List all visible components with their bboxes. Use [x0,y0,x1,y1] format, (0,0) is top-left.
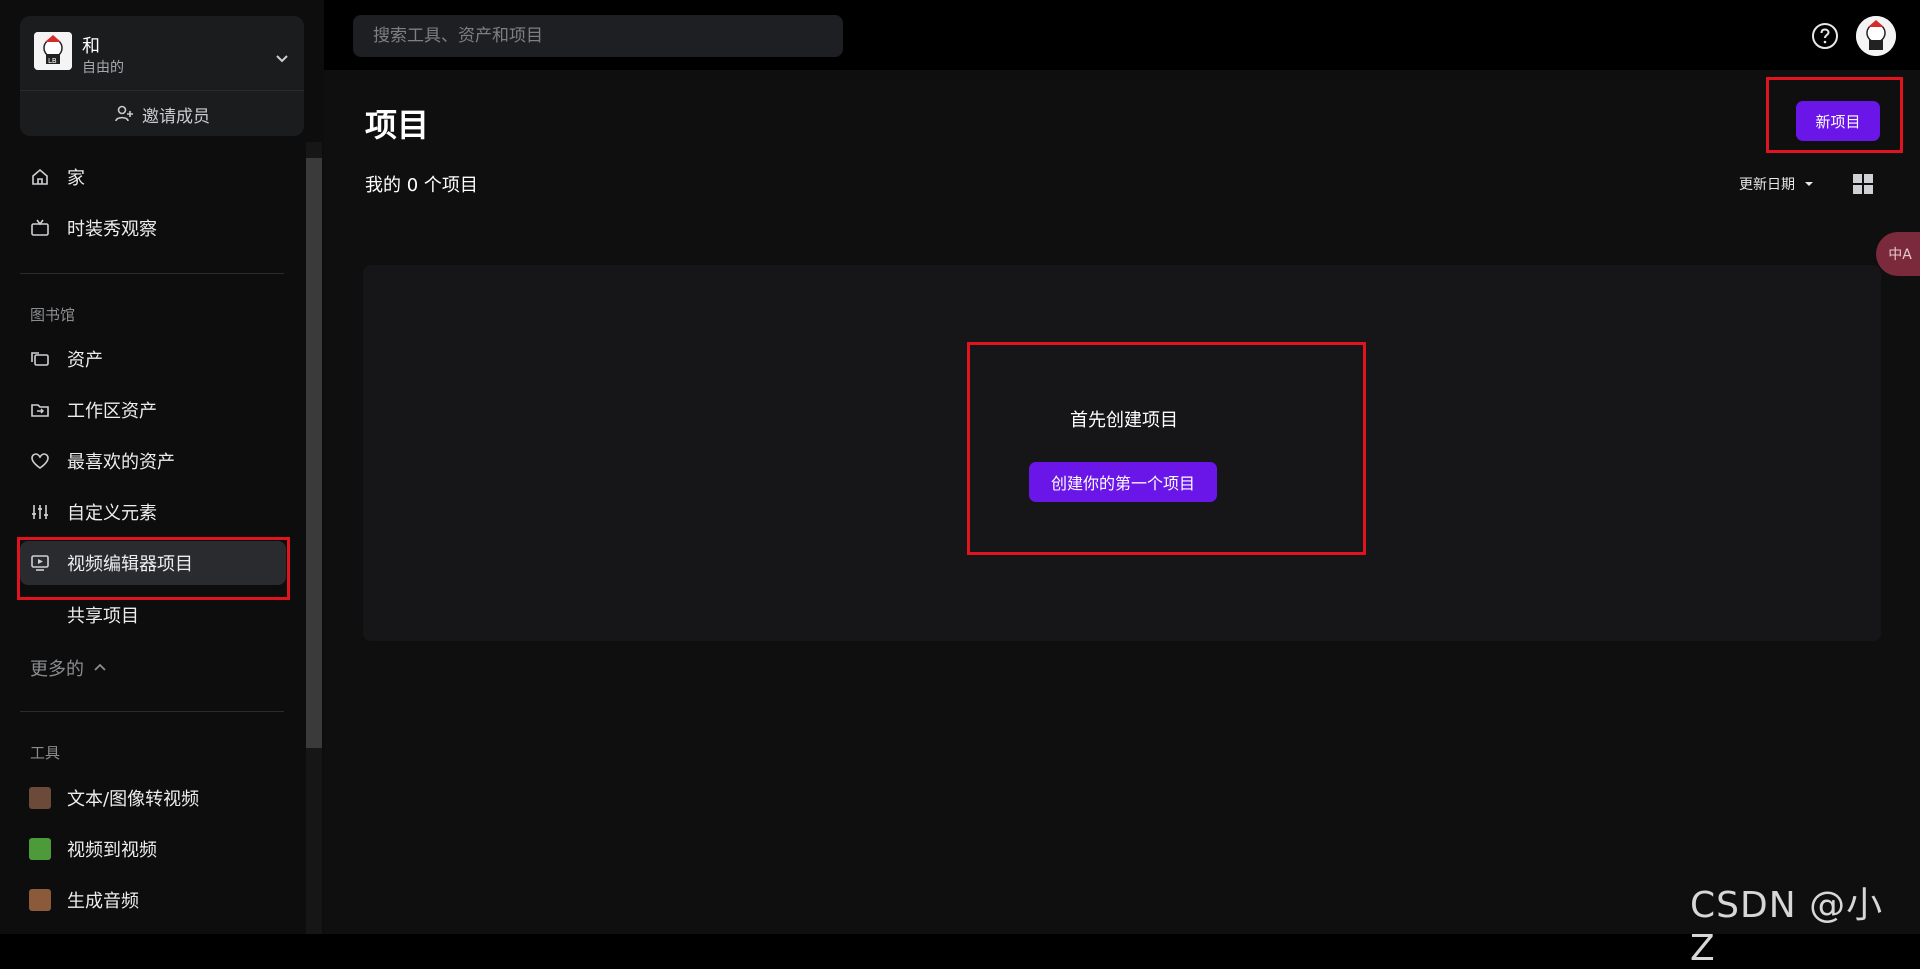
folder-stack-icon [29,348,51,370]
highlight-frame [967,342,1366,555]
caret-down-icon [1805,182,1813,186]
audio-thumbnail-icon [29,889,51,911]
watermark: CSDN @小 Z [1690,885,1884,969]
library-section-title: 图书馆 [30,306,76,324]
invite-members-label: 邀请成员 [142,106,210,127]
page-title: 项目 [365,106,430,144]
sidebar-item-label: 资产 [67,350,103,371]
sidebar-item-generate-audio[interactable]: 生成音频 [20,878,286,922]
chevron-up-icon [94,663,106,671]
user-plus-icon [115,105,133,122]
sort-dropdown[interactable]: 更新日期 [1739,174,1815,194]
more-toggle[interactable]: 更多的 [30,655,108,681]
folder-share-icon [29,399,51,421]
sliders-icon [29,501,51,523]
translate-icon: 中A [1888,247,1912,263]
home-icon [29,166,51,188]
sidebar: LB 和 自由的 邀请成员 家 时装秀观察 图书馆 资产 工作区资产 最喜欢的资… [0,0,324,934]
sidebar-scrollbar-thumb[interactable] [306,158,322,748]
workspace-name: 和 [82,36,100,57]
highlight-frame [1766,77,1903,153]
chevron-down-icon[interactable] [270,46,294,70]
search-input[interactable] [353,15,843,57]
workspace-plan: 自由的 [82,60,124,76]
heart-icon [29,450,51,472]
tools-section-title: 工具 [30,744,61,762]
sidebar-item-label: 视频到视频 [67,840,157,861]
sidebar-item-label: 工作区资产 [67,401,157,422]
text-to-video-thumbnail-icon [29,787,51,809]
grid-view-icon[interactable] [1852,173,1874,195]
invite-members-button[interactable]: 邀请成员 [20,92,304,136]
help-icon[interactable] [1811,22,1839,50]
sidebar-item-label: 共享项目 [67,606,139,627]
sidebar-item-label: 生成音频 [67,891,139,912]
sidebar-item-home[interactable]: 家 [20,155,286,199]
sidebar-item-workspace-assets[interactable]: 工作区资产 [20,388,286,432]
svg-text:LB: LB [48,57,57,65]
divider [20,273,284,274]
sidebar-item-favorite-assets[interactable]: 最喜欢的资产 [20,439,286,483]
more-label: 更多的 [30,659,84,680]
sidebar-item-custom-elements[interactable]: 自定义元素 [20,490,286,534]
sidebar-item-fashion-show[interactable]: 时装秀观察 [20,206,286,250]
project-count: 我的 0 个项目 [365,175,478,196]
divider [20,90,304,91]
workspace-avatar: LB [34,32,72,70]
sidebar-item-text-image-to-video[interactable]: 文本/图像转视频 [20,776,286,820]
sidebar-item-label: 家 [67,168,85,189]
workspace-card[interactable]: LB 和 自由的 邀请成员 [20,16,304,136]
sidebar-item-label: 文本/图像转视频 [67,789,200,810]
sidebar-item-label: 最喜欢的资产 [67,452,175,473]
sort-label: 更新日期 [1739,177,1795,193]
sidebar-item-label: 时装秀观察 [67,219,157,240]
tv-icon [29,217,51,239]
divider [20,711,284,712]
translate-floating-button[interactable]: 中A [1876,232,1920,276]
sidebar-item-label: 自定义元素 [67,503,157,524]
user-avatar[interactable] [1856,16,1896,56]
highlight-frame [17,537,290,600]
sidebar-item-assets[interactable]: 资产 [20,337,286,381]
search-bar[interactable] [353,15,843,57]
sidebar-item-video-to-video[interactable]: 视频到视频 [20,827,286,871]
video-to-video-thumbnail-icon [29,838,51,860]
